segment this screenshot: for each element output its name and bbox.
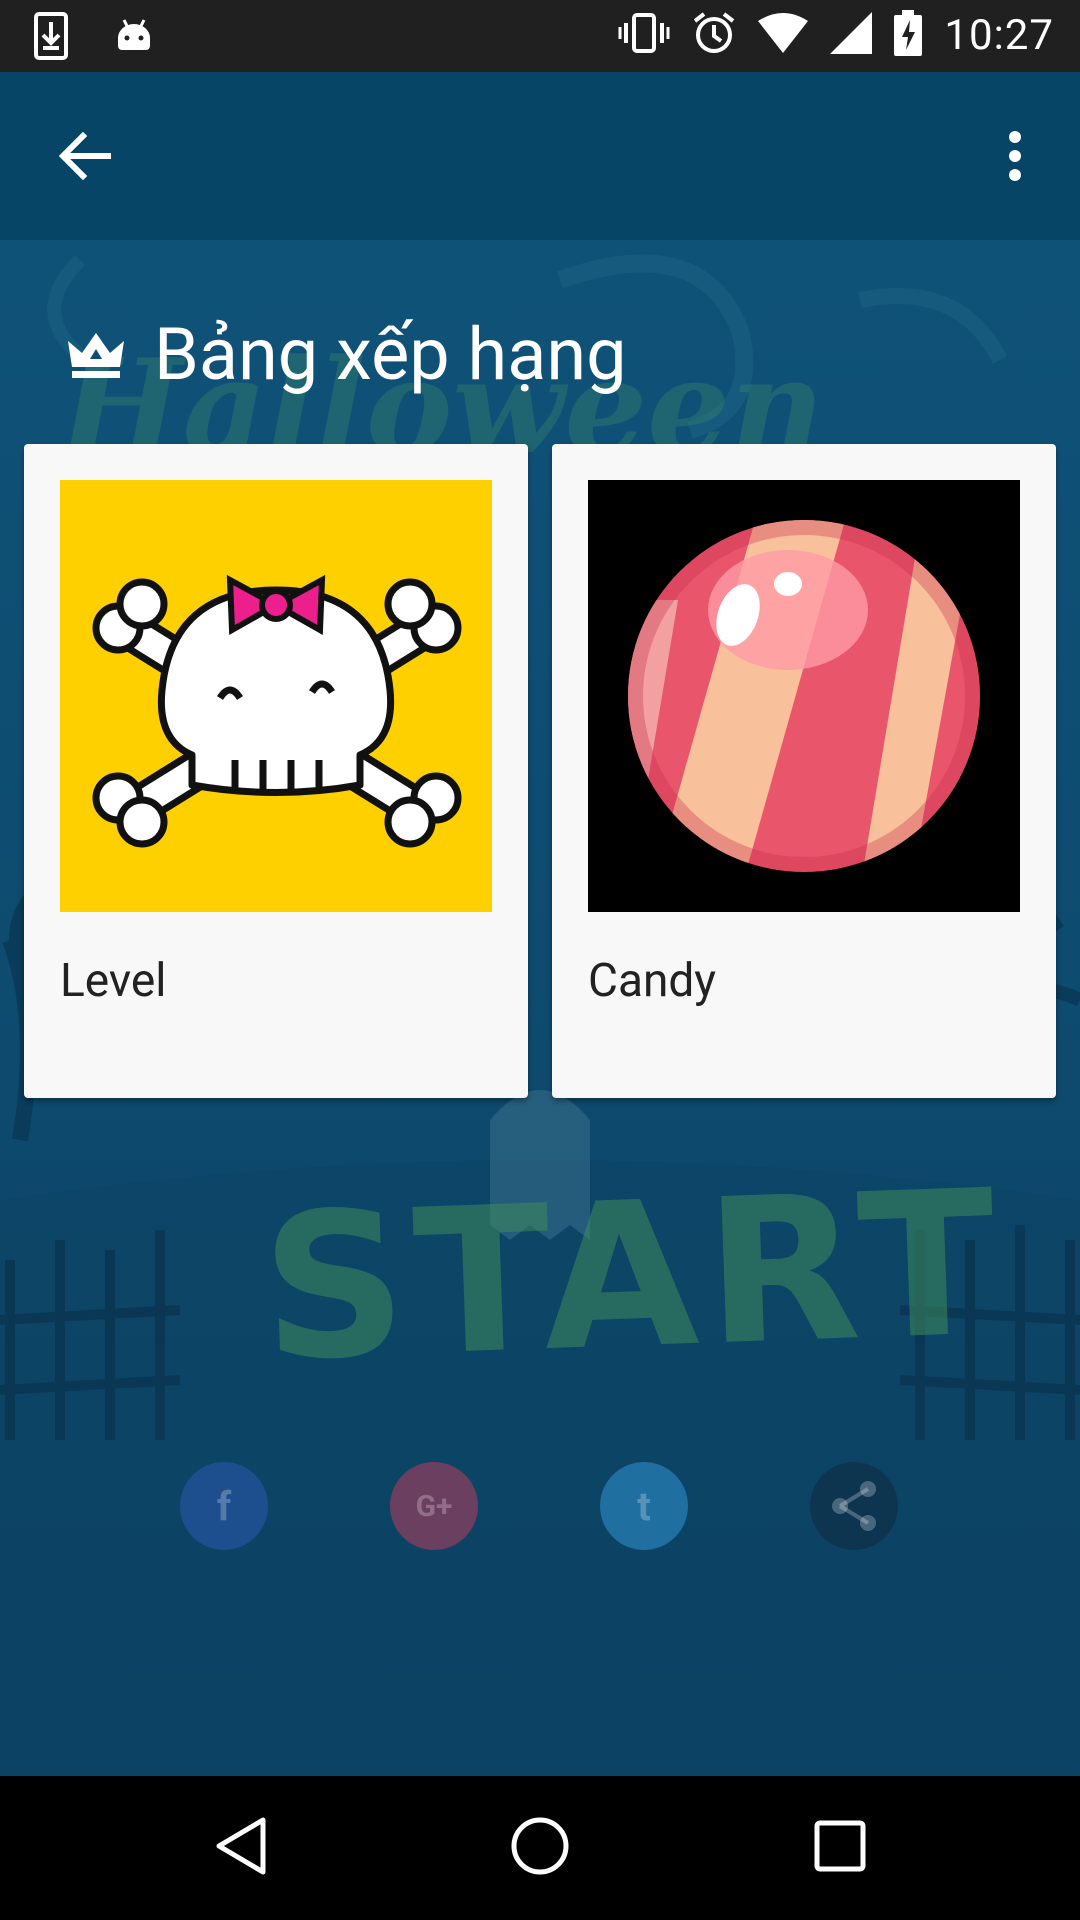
navigation-bar (0, 1776, 1080, 1920)
candy-thumbnail (588, 480, 1020, 912)
vibrate-icon (618, 11, 670, 59)
arrow-back-icon (58, 131, 112, 184)
status-right-icons: 10:27 (618, 10, 1054, 60)
battery-charging-icon (894, 10, 923, 60)
android-icon (114, 16, 154, 60)
nav-back-button[interactable] (196, 1808, 286, 1888)
nav-home-button[interactable] (495, 1808, 585, 1888)
card-label-level: Level (60, 954, 167, 1008)
leaderboard-card-candy[interactable]: Candy (552, 444, 1056, 1098)
signal-icon (830, 12, 873, 58)
overflow-menu-button[interactable] (980, 118, 1050, 198)
status-bar: 10:27 (0, 0, 1080, 72)
more-vert-icon (1007, 130, 1023, 186)
facebook-icon[interactable]: f (180, 1462, 268, 1550)
download-icon (34, 12, 68, 64)
app-bar (0, 72, 1080, 240)
alarm-icon (692, 11, 736, 59)
leaderboard-header: Bảng xếp hạng (64, 312, 627, 397)
crown-icon (64, 312, 128, 397)
clock: 10:27 (944, 10, 1054, 60)
nav-back-icon (213, 1816, 269, 1880)
background-start-watermark: START (258, 1147, 1008, 1406)
status-left-icons (34, 12, 154, 64)
candy-ball-icon (628, 520, 980, 872)
nav-recents-button[interactable] (795, 1808, 885, 1888)
nav-home-icon (510, 1816, 570, 1880)
nav-recents-icon (813, 1819, 867, 1877)
skull-crossbones-icon (92, 574, 462, 848)
level-thumbnail (60, 480, 492, 912)
twitter-icon[interactable]: t (600, 1462, 688, 1550)
google-plus-icon[interactable]: G+ (390, 1462, 478, 1550)
leaderboard-card-level[interactable]: Level (24, 444, 528, 1098)
page-title: Bảng xếp hạng (154, 312, 627, 397)
share-icon[interactable] (810, 1462, 898, 1550)
wifi-icon (758, 13, 809, 57)
card-label-candy: Candy (588, 954, 717, 1008)
back-button[interactable] (40, 118, 130, 198)
